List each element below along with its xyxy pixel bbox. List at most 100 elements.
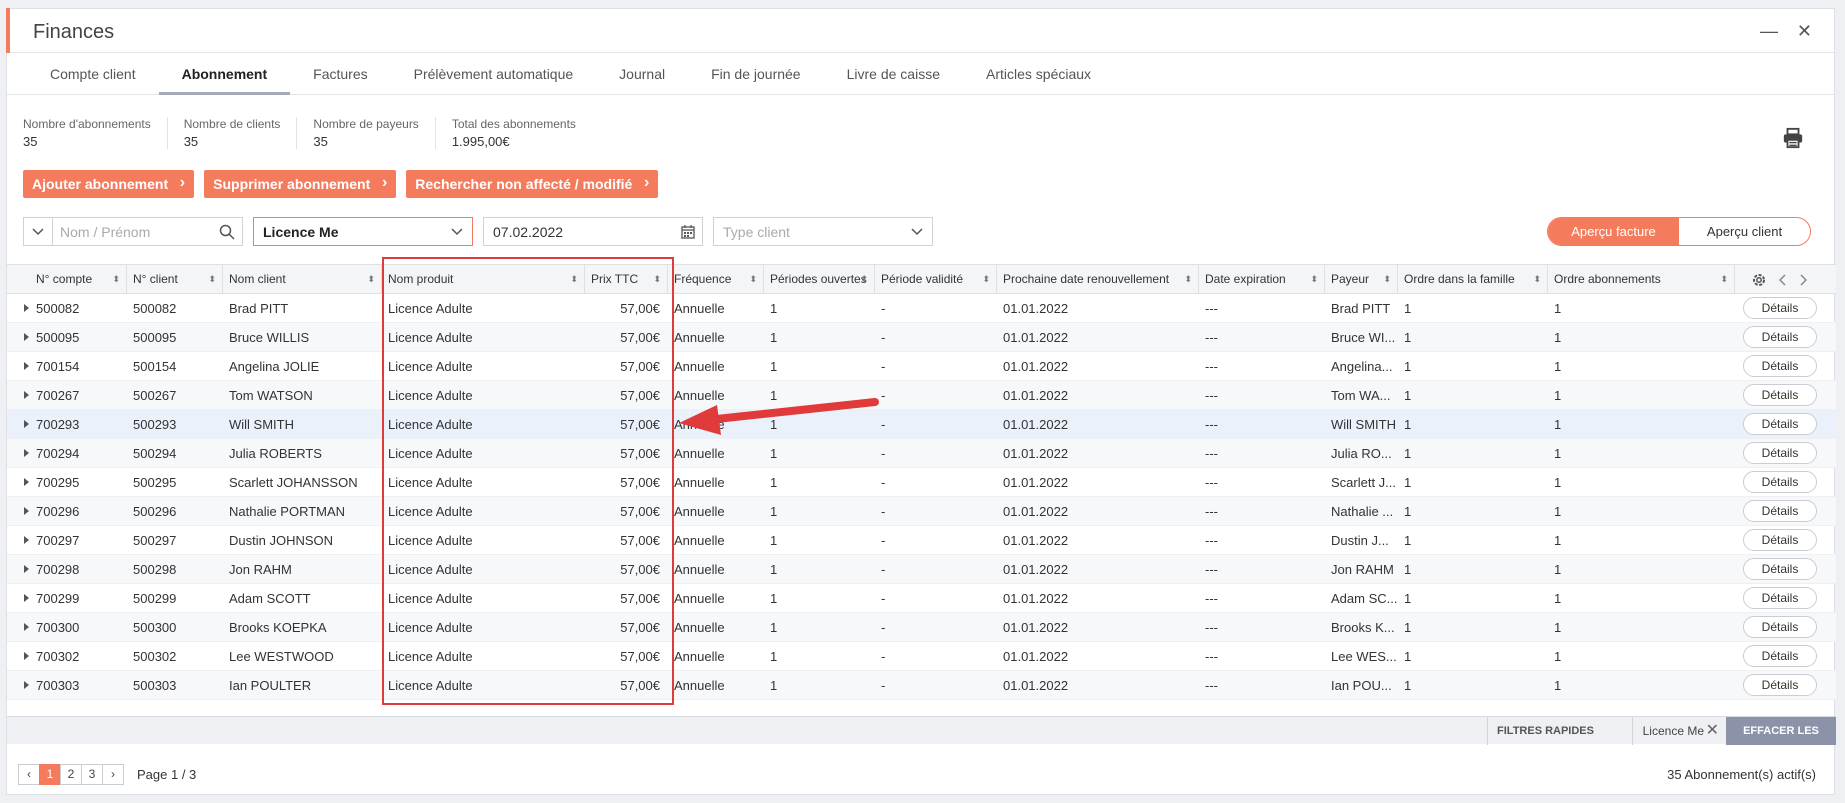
sort-icon[interactable]: ⬍ bbox=[570, 265, 578, 294]
sort-icon[interactable]: ⬍ bbox=[1720, 265, 1728, 294]
details-button[interactable]: Détails bbox=[1743, 297, 1817, 319]
search-unassigned-button[interactable]: Rechercher non affecté / modifié bbox=[406, 169, 659, 198]
column-header[interactable]: Payeur ⬍ bbox=[1325, 265, 1398, 294]
tab-fin-de-journee[interactable]: Fin de journée bbox=[688, 53, 824, 94]
column-header[interactable]: Fréquence ⬍ bbox=[668, 265, 764, 294]
tab-prelevement-automatique[interactable]: Prélèvement automatique bbox=[391, 53, 597, 94]
sort-icon[interactable]: ⬍ bbox=[749, 265, 757, 294]
details-button[interactable]: Détails bbox=[1743, 471, 1817, 493]
table-row[interactable]: 700303 500303 Ian POULTER Licence Adulte 57,… bbox=[7, 671, 1836, 700]
add-subscription-button[interactable]: Ajouter abonnement bbox=[23, 169, 195, 198]
page-button[interactable]: 1 bbox=[39, 764, 61, 785]
table-row[interactable]: 700267 500267 Tom WATSON Licence Adulte 57,0… bbox=[7, 381, 1836, 410]
scroll-left-icon[interactable] bbox=[1779, 273, 1787, 286]
invoice-view-toggle[interactable]: Aperçu facture bbox=[1548, 218, 1679, 245]
details-button[interactable]: Détails bbox=[1743, 355, 1817, 377]
table-row[interactable]: 700293 500293 Will SMITH Licence Adulte 57,0… bbox=[7, 410, 1836, 439]
tab-articles-speciaux[interactable]: Articles spéciaux bbox=[963, 53, 1114, 94]
details-button[interactable]: Détails bbox=[1743, 616, 1817, 638]
name-search-input[interactable]: Nom / Prénom bbox=[60, 224, 150, 240]
name-search[interactable]: Nom / Prénom bbox=[23, 217, 243, 246]
date-field[interactable]: 07.02.2022 bbox=[483, 217, 703, 246]
table-row[interactable]: 700154 500154 Angelina JOLIE Licence Adulte… bbox=[7, 352, 1836, 381]
details-button[interactable]: Détails bbox=[1743, 587, 1817, 609]
details-button[interactable]: Détails bbox=[1743, 384, 1817, 406]
table-row[interactable]: 700297 500297 Dustin JOHNSON Licence Adulte… bbox=[7, 526, 1836, 555]
sort-icon[interactable]: ⬍ bbox=[982, 265, 990, 294]
table-row[interactable]: 700300 500300 Brooks KOEPKA Licence Adulte 5… bbox=[7, 613, 1836, 642]
sort-icon[interactable]: ⬍ bbox=[1184, 265, 1192, 294]
expand-row-icon[interactable] bbox=[24, 536, 29, 544]
tab-compte-client[interactable]: Compte client bbox=[27, 53, 159, 94]
details-button[interactable]: Détails bbox=[1743, 558, 1817, 580]
table-row[interactable]: 500082 500082 Brad PITT Licence Adulte 57,00… bbox=[7, 294, 1836, 323]
column-header[interactable]: Ordre abonnements ⬍ bbox=[1548, 265, 1735, 294]
expand-row-icon[interactable] bbox=[24, 420, 29, 428]
expand-row-icon[interactable] bbox=[24, 594, 29, 602]
sort-icon[interactable]: ⬍ bbox=[860, 265, 868, 294]
table-row[interactable]: 700299 500299 Adam SCOTT Licence Adulte 57,0… bbox=[7, 584, 1836, 613]
column-header[interactable]: Date expiration ⬍ bbox=[1199, 265, 1325, 294]
column-header[interactable]: Nom produit ⬍ bbox=[382, 265, 585, 294]
tab-factures[interactable]: Factures bbox=[290, 53, 390, 94]
name-search-dropdown[interactable] bbox=[24, 218, 53, 245]
expand-row-icon[interactable] bbox=[24, 333, 29, 341]
sort-icon[interactable]: ⬍ bbox=[1383, 265, 1391, 294]
expand-row-icon[interactable] bbox=[24, 478, 29, 486]
page-button[interactable]: 3 bbox=[81, 764, 103, 785]
next-page-button[interactable]: › bbox=[102, 764, 124, 785]
table-row[interactable]: 700298 500298 Jon RAHM Licence Adulte 57,00€… bbox=[7, 555, 1836, 584]
sort-icon[interactable]: ⬍ bbox=[1310, 265, 1318, 294]
expand-row-icon[interactable] bbox=[24, 449, 29, 457]
table-row[interactable]: 500095 500095 Bruce WILLIS Licence Adulte 57… bbox=[7, 323, 1836, 352]
details-button[interactable]: Détails bbox=[1743, 326, 1817, 348]
gear-icon[interactable] bbox=[1751, 272, 1767, 288]
tab-journal[interactable]: Journal bbox=[596, 53, 688, 94]
sort-icon[interactable]: ⬍ bbox=[367, 265, 375, 294]
column-header[interactable]: Ordre dans la famille ⬍ bbox=[1398, 265, 1548, 294]
column-header[interactable]: Périodes ouvertes ⬍ bbox=[764, 265, 875, 294]
column-header[interactable]: Nom client ⬍ bbox=[223, 265, 382, 294]
search-icon[interactable] bbox=[219, 224, 235, 240]
print-icon[interactable] bbox=[1782, 127, 1804, 149]
column-header[interactable]: Prix TTC ⬍ bbox=[585, 265, 668, 294]
details-button[interactable]: Détails bbox=[1743, 413, 1817, 435]
clear-filters-button[interactable]: EFFACER LES FILTRES bbox=[1726, 717, 1836, 765]
licence-select[interactable]: Licence Me bbox=[253, 217, 473, 246]
table-row[interactable]: 700296 500296 Nathalie PORTMAN Licence Adul… bbox=[7, 497, 1836, 526]
column-header[interactable]: N° client ⬍ bbox=[127, 265, 223, 294]
minimize-icon[interactable]: — bbox=[1760, 21, 1778, 42]
expand-row-icon[interactable] bbox=[24, 391, 29, 399]
tab-livre-de-caisse[interactable]: Livre de caisse bbox=[824, 53, 963, 94]
table-row[interactable]: 700302 500302 Lee WESTWOOD Licence Adulte 57… bbox=[7, 642, 1836, 671]
sort-icon[interactable]: ⬍ bbox=[112, 265, 120, 294]
column-header[interactable]: Période validité ⬍ bbox=[875, 265, 997, 294]
delete-subscription-button[interactable]: Supprimer abonnement bbox=[204, 169, 397, 198]
expand-row-icon[interactable] bbox=[24, 507, 29, 515]
expand-row-icon[interactable] bbox=[24, 652, 29, 660]
expand-row-icon[interactable] bbox=[24, 362, 29, 370]
column-header[interactable]: N° compte ⬍ bbox=[30, 265, 127, 294]
prev-page-button[interactable]: ‹ bbox=[18, 764, 40, 785]
remove-filter-icon[interactable]: ✕ bbox=[1706, 717, 1719, 745]
sort-icon[interactable]: ⬍ bbox=[208, 265, 216, 294]
details-button[interactable]: Détails bbox=[1743, 442, 1817, 464]
expand-row-icon[interactable] bbox=[24, 681, 29, 689]
expand-row-icon[interactable] bbox=[24, 565, 29, 573]
expand-row-icon[interactable] bbox=[24, 623, 29, 631]
client-type-select[interactable]: Type client bbox=[713, 217, 933, 246]
details-button[interactable]: Détails bbox=[1743, 674, 1817, 696]
page-button[interactable]: 2 bbox=[60, 764, 82, 785]
table-row[interactable]: 700295 500295 Scarlett JOHANSSON Licence Ad… bbox=[7, 468, 1836, 497]
details-button[interactable]: Détails bbox=[1743, 529, 1817, 551]
table-row[interactable]: 700294 500294 Julia ROBERTS Licence Adulte 5… bbox=[7, 439, 1836, 468]
scroll-right-icon[interactable] bbox=[1799, 273, 1807, 286]
expand-row-icon[interactable] bbox=[24, 304, 29, 312]
details-button[interactable]: Détails bbox=[1743, 500, 1817, 522]
client-view-toggle[interactable]: Aperçu client bbox=[1679, 218, 1810, 245]
column-header[interactable]: Prochaine date renouvellement ⬍ bbox=[997, 265, 1199, 294]
sort-icon[interactable]: ⬍ bbox=[1533, 265, 1541, 294]
sort-icon[interactable]: ⬍ bbox=[653, 265, 661, 294]
details-button[interactable]: Détails bbox=[1743, 645, 1817, 667]
tab-abonnement[interactable]: Abonnement bbox=[158, 53, 291, 95]
